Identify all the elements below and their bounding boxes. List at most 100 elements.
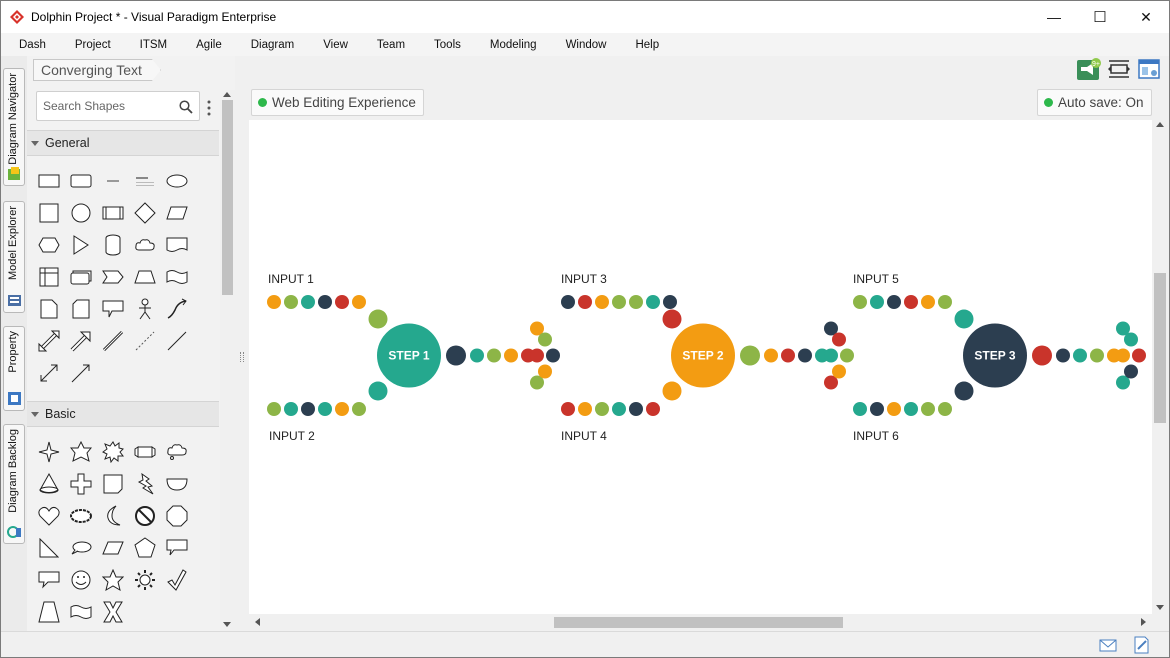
actor-shape-icon[interactable] xyxy=(131,295,159,323)
arrow-dot[interactable] xyxy=(530,348,544,363)
x-shape-icon[interactable] xyxy=(99,598,127,626)
cloud-shape-icon[interactable] xyxy=(131,231,159,259)
tab-property[interactable]: Property xyxy=(3,326,25,411)
output-dot[interactable] xyxy=(740,345,760,366)
input-dot[interactable] xyxy=(938,402,952,416)
input-dot[interactable] xyxy=(284,402,298,416)
output-dot[interactable] xyxy=(446,345,466,366)
scroll-shape-icon[interactable] xyxy=(131,438,159,466)
output-dot[interactable] xyxy=(487,348,501,363)
input-label-2[interactable]: INPUT 2 xyxy=(269,429,315,443)
block-arrow-shape-icon[interactable] xyxy=(67,327,95,355)
input-dot[interactable] xyxy=(921,402,935,416)
input-dot[interactable] xyxy=(578,402,592,416)
diamond-shape-icon[interactable] xyxy=(131,199,159,227)
horizontal-scroll-thumb[interactable] xyxy=(554,617,843,628)
input-dot[interactable] xyxy=(318,295,332,309)
canvas-horizontal-scrollbar[interactable] xyxy=(249,614,1152,631)
cylinder-shape-icon[interactable] xyxy=(99,231,127,259)
input-dot[interactable] xyxy=(301,402,315,416)
converging-dot[interactable] xyxy=(368,381,388,401)
scroll-right-icon[interactable] xyxy=(1141,618,1146,626)
octagon-shape-icon[interactable] xyxy=(163,502,191,530)
input-dot[interactable] xyxy=(352,402,366,416)
panel-splitter[interactable] xyxy=(235,86,249,631)
input-dot[interactable] xyxy=(646,295,660,309)
input-dot[interactable] xyxy=(612,402,626,416)
callout-shape-icon[interactable] xyxy=(99,295,127,323)
menu-window[interactable]: Window xyxy=(566,39,607,51)
burst-shape-icon[interactable] xyxy=(99,438,127,466)
no-symbol-shape-icon[interactable] xyxy=(131,502,159,530)
input-dot[interactable] xyxy=(853,295,867,309)
check-mark-shape-icon[interactable] xyxy=(163,566,191,594)
star-shape-icon[interactable] xyxy=(67,438,95,466)
line-icon[interactable] xyxy=(163,327,191,355)
menu-dash[interactable]: Dash xyxy=(19,39,46,51)
note-shape-icon[interactable] xyxy=(35,295,63,323)
parallelogram-shape-icon[interactable] xyxy=(163,199,191,227)
bidirectional-arrow-icon[interactable] xyxy=(35,359,63,387)
breadcrumb[interactable]: Converging Text xyxy=(33,59,161,81)
converging-dot[interactable] xyxy=(662,381,682,401)
arrow-dot[interactable] xyxy=(546,348,560,363)
output-dot[interactable] xyxy=(764,348,778,363)
input-dot[interactable] xyxy=(267,402,281,416)
input-dot[interactable] xyxy=(629,402,643,416)
scroll-down-icon[interactable] xyxy=(223,622,231,627)
right-triangle-shape-icon[interactable] xyxy=(35,534,63,562)
moon-shape-icon[interactable] xyxy=(99,502,127,530)
output-dot[interactable] xyxy=(1090,348,1104,363)
four-point-star-shape-icon[interactable] xyxy=(35,438,63,466)
menu-diagram[interactable]: Diagram xyxy=(251,39,294,51)
table-shape-icon[interactable] xyxy=(35,263,63,291)
input-dot[interactable] xyxy=(921,295,935,309)
arrow-dot[interactable] xyxy=(824,348,838,363)
card-shape-icon[interactable] xyxy=(67,295,95,323)
output-dot[interactable] xyxy=(504,348,518,363)
vertical-scroll-thumb[interactable] xyxy=(1154,273,1166,423)
square-shape-icon[interactable] xyxy=(35,199,63,227)
dashed-line-icon[interactable] xyxy=(131,327,159,355)
converging-dot[interactable] xyxy=(954,381,974,401)
search-icon[interactable] xyxy=(179,100,193,114)
thick-line-icon[interactable] xyxy=(99,327,127,355)
smiley-shape-icon[interactable] xyxy=(67,566,95,594)
menu-team[interactable]: Team xyxy=(377,39,405,51)
arrow-dot[interactable] xyxy=(1132,348,1146,363)
arrow-dot[interactable] xyxy=(538,364,552,379)
input-label-3[interactable]: INPUT 3 xyxy=(561,272,607,286)
document-shape-icon[interactable] xyxy=(163,231,191,259)
process-shape-icon[interactable] xyxy=(99,199,127,227)
input-dot[interactable] xyxy=(267,295,281,309)
input-dot[interactable] xyxy=(870,402,884,416)
input-dot[interactable] xyxy=(595,295,609,309)
input-dot[interactable] xyxy=(887,402,901,416)
fit-to-window-icon[interactable] xyxy=(1107,58,1131,80)
curve-connector-icon[interactable] xyxy=(163,295,191,323)
input-dot[interactable] xyxy=(904,402,918,416)
chevron-shape-icon[interactable] xyxy=(99,263,127,291)
heart-shape-icon[interactable] xyxy=(35,502,63,530)
rectangle-callout-shape-icon[interactable] xyxy=(163,534,191,562)
input-dot[interactable] xyxy=(938,295,952,309)
speech-bubble-shape-icon[interactable] xyxy=(35,566,63,594)
search-input[interactable] xyxy=(43,99,173,113)
arrow-dot[interactable] xyxy=(1124,364,1138,379)
palette-scroll-thumb[interactable] xyxy=(222,100,233,295)
palette-scrollbar[interactable] xyxy=(220,90,235,631)
double-arrow-shape-icon[interactable] xyxy=(35,327,63,355)
cone-shape-icon[interactable] xyxy=(35,470,63,498)
rectangle-shape-icon[interactable] xyxy=(35,167,63,195)
wave-shape-icon[interactable] xyxy=(163,263,191,291)
arrow-line-icon[interactable] xyxy=(67,359,95,387)
output-dot[interactable] xyxy=(1056,348,1070,363)
input-label-1[interactable]: INPUT 1 xyxy=(268,272,314,286)
input-dot[interactable] xyxy=(318,402,332,416)
scroll-left-icon[interactable] xyxy=(255,618,260,626)
layout-panel-icon[interactable] xyxy=(1137,58,1161,80)
input-label-5[interactable]: INPUT 5 xyxy=(853,272,899,286)
triangle-right-shape-icon[interactable] xyxy=(67,231,95,259)
menu-modeling[interactable]: Modeling xyxy=(490,39,537,51)
output-dot[interactable] xyxy=(798,348,812,363)
